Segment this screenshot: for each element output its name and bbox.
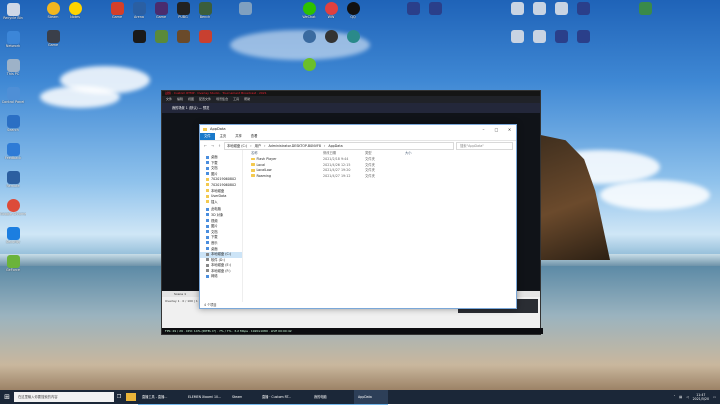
folder-icon [203, 127, 207, 131]
column-header-name[interactable]: 名称 [251, 150, 323, 157]
window-title: AppData [210, 127, 226, 131]
folder-icon [251, 168, 255, 172]
desktop-icon[interactable]: GeForce [0, 255, 26, 285]
tray-chevron-icon[interactable]: ˄ [674, 395, 676, 399]
clock[interactable]: 11:47 2021/5/20 [693, 393, 709, 401]
ribbon-tab-view[interactable]: 查看 [247, 133, 262, 140]
windows-start-icon[interactable]: ⊞ [0, 390, 14, 404]
back-icon[interactable]: ← [203, 144, 208, 148]
menu-item[interactable]: 工具 [233, 96, 239, 103]
desktop-icon[interactable] [192, 30, 218, 60]
taskbar-button[interactable]: 直播 · Custom RT... [258, 390, 310, 405]
file-explorer-icon[interactable] [126, 393, 136, 401]
taskbar-button[interactable]: 直播工具 - 直播... [138, 390, 184, 405]
column-headers: 名称 修改日期 类型 大小 [243, 150, 516, 157]
desktop-icon[interactable]: Feedback [0, 143, 26, 173]
taskbar: ⊞ 在这里输入你要搜索的内容 ❐ 直播工具 - 直播... ELEMEN Xia… [0, 389, 720, 405]
file-list: 名称 修改日期 类型 大小 Flash Player 2021/2/18 9:4… [243, 150, 516, 302]
ribbon-tabs: 文件 主页 共享 查看 [200, 133, 516, 141]
folder-icon [251, 163, 255, 166]
column-header-date[interactable]: 修改日期 [323, 150, 365, 157]
notification-icon[interactable]: ▭ [713, 395, 716, 399]
desktop-icon[interactable]: This PC [0, 59, 26, 89]
ribbon-tab-file[interactable]: 文件 [200, 133, 215, 140]
minimize-icon[interactable]: – [477, 127, 490, 132]
desktop-icon[interactable]: Control Panel [0, 87, 26, 117]
desktop-icon[interactable]: Remote [0, 171, 26, 201]
desktop-icon[interactable] [340, 30, 366, 60]
desktop-icon[interactable]: Recycle Bin [0, 3, 26, 33]
desktop-icon[interactable]: Google Chrome [0, 199, 26, 229]
nav-item[interactable]: 网络 [200, 274, 242, 280]
desktop-icon[interactable]: Bench [192, 2, 218, 32]
app-status-bar: FPS: 29 / 29 · CPU: 14% (INTEL I7) · 7% … [162, 328, 543, 334]
desktop-icon[interactable] [570, 2, 596, 32]
app-menu-bar: 文件 编辑 视图 配置文件 场景集合 工具 帮助 [162, 96, 540, 103]
address-bar[interactable]: 本地磁盘 (C:) › 用户 › Administrator.DESKTOP-B0N… [224, 141, 454, 150]
desktop-icon[interactable] [232, 2, 258, 32]
up-icon[interactable]: ↑ [217, 144, 222, 148]
desktop-icon[interactable]: Search [0, 115, 26, 145]
desktop-icon[interactable]: Notes [62, 2, 88, 32]
file-explorer-window: AppData – □ ✕ 文件 主页 共享 查看 ← → ↑ 本地磁盘 (C:… [199, 124, 517, 309]
search-input[interactable]: 搜索"AppData" [456, 141, 513, 150]
taskbar-button[interactable]: ELEMEN Xiaomi 10... [184, 390, 228, 405]
breadcrumb[interactable]: Administrator.DESKTOP-B0NVF8 [268, 143, 321, 149]
status-bar: 4 个项目 [204, 303, 217, 307]
menu-item[interactable]: 配置文件 [199, 96, 211, 103]
column-header-type[interactable]: 类型 [365, 150, 405, 157]
close-icon[interactable]: ✕ [503, 127, 516, 132]
explorer-title-bar: AppData – □ ✕ [200, 125, 516, 133]
volume-icon[interactable]: ◁ [686, 395, 688, 399]
column-header-size[interactable]: 大小 [405, 150, 435, 157]
task-view-icon[interactable]: ❐ [114, 394, 124, 400]
breadcrumb[interactable]: AppData [328, 143, 342, 149]
ribbon-tab-home[interactable]: 主页 [216, 133, 231, 140]
folder-icon [251, 174, 255, 178]
address-row: ← → ↑ 本地磁盘 (C:) › 用户 › Administrator.DESKT… [200, 141, 516, 150]
navigation-pane: 桌面 下载 文档 图片 702019060802 702019060802 本地… [200, 150, 243, 302]
menu-item[interactable]: 编辑 [177, 96, 183, 103]
forward-icon[interactable]: → [210, 144, 215, 148]
folder-icon [251, 157, 255, 161]
taskbar-button-active[interactable]: AppData [354, 389, 388, 405]
breadcrumb[interactable]: 本地磁盘 (C:) [227, 143, 247, 149]
desktop-icon[interactable] [632, 2, 658, 32]
menu-item[interactable]: 文件 [166, 96, 172, 103]
nav-item[interactable]: 插入 [200, 200, 242, 206]
desktop-icon[interactable]: QQ [340, 2, 366, 32]
desktop-icon[interactable]: Network [0, 31, 26, 61]
taskbar-button[interactable]: 我的电脑 [310, 390, 354, 405]
network-icon[interactable]: ▤ [679, 395, 682, 399]
taskbar-button[interactable]: Steam [228, 390, 258, 405]
desktop-icon[interactable] [422, 2, 448, 32]
desktop-icon[interactable] [570, 30, 596, 60]
menu-item[interactable]: 视图 [188, 96, 194, 103]
taskbar-search-input[interactable]: 在这里输入你要搜索的内容 [14, 392, 114, 402]
desktop-icon[interactable]: Security [0, 227, 26, 257]
desktop-icon[interactable] [296, 58, 322, 88]
file-row[interactable]: Roaming 2021/4/27 19:12 文件夹 [243, 174, 516, 180]
maximize-icon[interactable]: □ [490, 127, 503, 132]
explorer-body: 桌面 下载 文档 图片 702019060802 702019060802 本地… [200, 150, 516, 302]
system-tray: ˄ ▤ ◁ 11:47 2021/5/20 ▭ [674, 393, 720, 401]
menu-item[interactable]: 帮助 [244, 96, 250, 103]
menu-item[interactable]: 场景集合 [216, 96, 228, 103]
ribbon-tab-share[interactable]: 共享 [231, 133, 246, 140]
app-scene-tab[interactable]: 我的场景 1 (默认) — 预览 [162, 103, 540, 113]
desktop-icon[interactable]: Game [40, 30, 66, 60]
breadcrumb[interactable]: 用户 [255, 143, 262, 149]
